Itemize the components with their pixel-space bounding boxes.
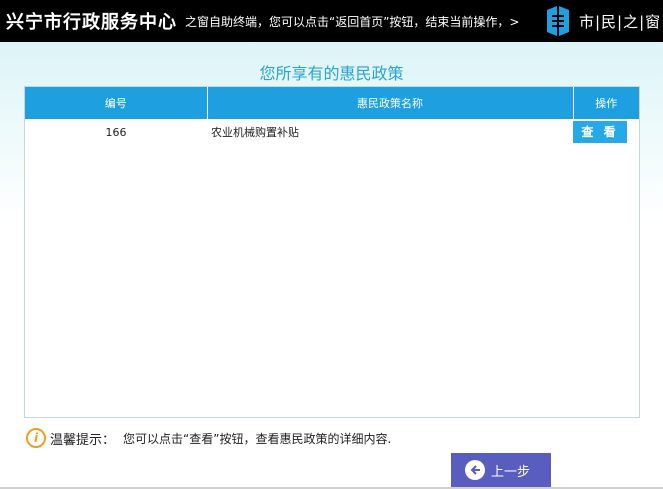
column-header-action: 操作 (573, 87, 639, 119)
header-marquee: 之窗自助终端，您可以点击“返回首页”按钮，结束当前操作，> (185, 14, 520, 29)
tip-text: 您可以点击“查看”按钮，查看惠民政策的详细内容. (123, 431, 392, 446)
header-bar: 兴宁市行政服务中心 之窗自助终端，您可以点击“返回首页”按钮，结束当前操作，> … (0, 0, 663, 42)
policy-table: 编号 惠民政策名称 操作 166 农业机械购置补贴 查 看 (25, 87, 639, 145)
tip-bar: i 温馨提示： 您可以点击“查看”按钮，查看惠民政策的详细内容. (26, 428, 391, 448)
column-header-name: 惠民政策名称 (207, 87, 574, 119)
info-icon: i (26, 428, 46, 448)
page-title: 您所享有的惠民政策 (259, 64, 404, 83)
logo-text: 市|民|之|窗 (579, 12, 662, 31)
table-row: 166 农业机械购置补贴 查 看 (25, 119, 639, 145)
logo: 市|民|之|窗 (535, 0, 663, 42)
view-button[interactable]: 查 看 (573, 121, 627, 143)
back-button[interactable]: 上一步 (451, 453, 551, 487)
tip-label: 温馨提示： (50, 432, 116, 448)
back-button-label: 上一步 (491, 464, 531, 480)
policy-table-container: 编号 惠民政策名称 操作 166 农业机械购置补贴 查 看 (24, 86, 640, 418)
header-title: 兴宁市行政服务中心 (6, 12, 177, 33)
column-header-id: 编号 (25, 87, 208, 119)
table-header-row: 编号 惠民政策名称 操作 (25, 87, 639, 119)
cell-name: 农业机械购置补贴 (211, 126, 299, 139)
arrow-left-icon (465, 460, 485, 480)
window-logo-icon (547, 6, 569, 36)
cell-id: 166 (105, 125, 127, 139)
cell-action: 查 看 (573, 119, 639, 145)
